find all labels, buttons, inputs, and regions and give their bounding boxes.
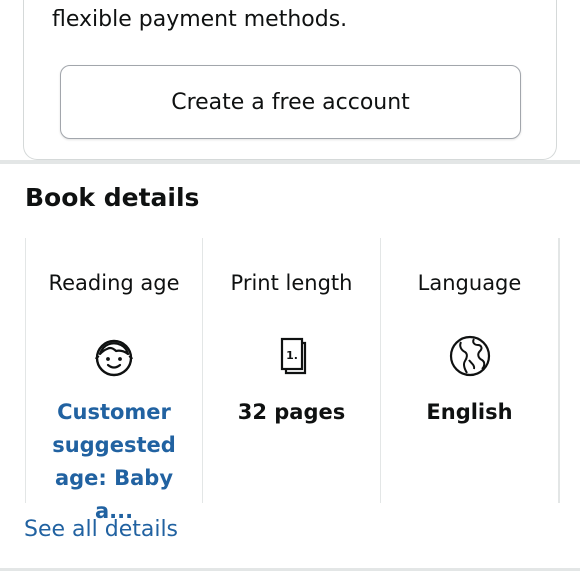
book-details-title: Book details: [25, 183, 200, 212]
child-face-icon: [95, 339, 133, 377]
detail-value: English: [426, 400, 513, 424]
detail-label: Print length: [230, 271, 353, 295]
bottom-divider: [0, 568, 580, 571]
detail-card-next-partial[interactable]: [559, 238, 580, 503]
page-count-icon: 1.: [280, 337, 306, 375]
section-divider: [0, 160, 580, 164]
detail-card-reading-age[interactable]: Reading age Customer suggested age: Baby…: [25, 238, 203, 523]
page: flexible payment methods. Create a free …: [0, 0, 580, 580]
page-icon-label: 1.: [286, 349, 298, 362]
detail-label: Reading age: [48, 271, 180, 295]
promo-text-line: flexible payment methods.: [52, 7, 348, 32]
create-free-account-button[interactable]: Create a free account: [60, 65, 521, 139]
detail-card-language[interactable]: Language English: [381, 238, 559, 503]
detail-card-print-length[interactable]: Print length 1. 32 pages: [203, 238, 381, 503]
detail-label: Language: [417, 271, 522, 295]
book-details-carousel[interactable]: Reading age Customer suggested age: Baby…: [25, 238, 580, 523]
detail-value: 32 pages: [237, 400, 346, 424]
globe-icon: [449, 335, 490, 377]
see-all-details-link[interactable]: See all details: [24, 517, 178, 542]
detail-value-link[interactable]: Customer suggested age: Baby a...: [34, 396, 194, 528]
